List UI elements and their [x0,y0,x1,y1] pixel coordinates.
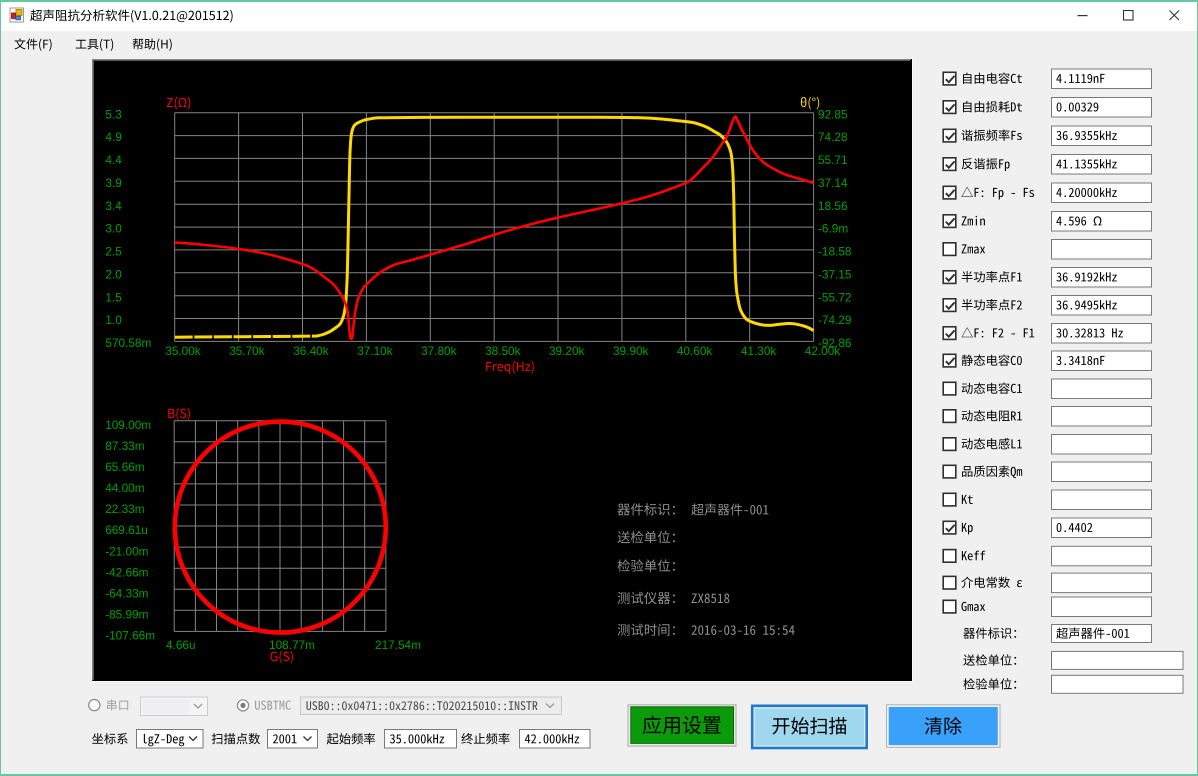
svg-text:74.28: 74.28 [818,130,848,144]
svg-text:40.60k: 40.60k [677,344,713,358]
svg-text:-21.00m: -21.00m [105,544,148,558]
svg-text:4.4: 4.4 [105,153,122,167]
svg-text:-85.99m: -85.99m [105,608,148,622]
svg-text:-18.58: -18.58 [818,245,852,259]
svg-text:65.66m: 65.66m [105,460,145,474]
svg-text:-107.66m: -107.66m [105,629,155,643]
svg-text:-6.9m: -6.9m [818,222,848,236]
svg-text:39.20k: 39.20k [549,344,585,358]
svg-text:42.00k: 42.00k [805,344,841,358]
svg-text:-55.72: -55.72 [818,290,851,304]
svg-text:5.3: 5.3 [105,107,122,121]
svg-text:108.77m: 108.77m [269,638,315,652]
svg-text:87.33m: 87.33m [105,439,145,453]
svg-text:3.9: 3.9 [105,176,121,190]
svg-text:109.00m: 109.00m [105,418,151,432]
svg-text:1.5: 1.5 [105,290,122,304]
svg-text:-42.66m: -42.66m [105,565,148,579]
svg-text:669.61u: 669.61u [105,523,148,537]
svg-text:-37.15: -37.15 [818,267,852,281]
svg-text:4.66u: 4.66u [166,638,196,652]
svg-text:2.0: 2.0 [105,267,122,281]
svg-text:38.50k: 38.50k [485,344,521,358]
svg-text:217.54m: 217.54m [375,638,421,652]
svg-text:22.33m: 22.33m [105,502,145,516]
svg-text:570.58m: 570.58m [105,336,151,350]
svg-text:18.56: 18.56 [818,199,848,213]
svg-text:37.10k: 37.10k [357,344,393,358]
svg-text:1.0: 1.0 [105,313,122,327]
svg-text:-74.29: -74.29 [818,313,851,327]
svg-text:36.40k: 36.40k [293,344,329,358]
svg-text:37.14: 37.14 [818,176,848,190]
svg-text:35.00k: 35.00k [165,344,201,358]
svg-text:4.9: 4.9 [105,130,121,144]
svg-text:-64.33m: -64.33m [105,587,148,601]
svg-text:92.85: 92.85 [818,107,848,121]
svg-text:37.80k: 37.80k [421,344,457,358]
svg-text:3.0: 3.0 [105,222,122,236]
svg-text:41.30k: 41.30k [741,344,777,358]
svg-text:55.71: 55.71 [818,153,848,167]
svg-text:35.70k: 35.70k [229,344,265,358]
svg-text:3.4: 3.4 [105,199,122,213]
svg-text:44.00m: 44.00m [105,481,145,495]
svg-text:2.5: 2.5 [105,245,122,259]
svg-text:39.90k: 39.90k [613,344,649,358]
